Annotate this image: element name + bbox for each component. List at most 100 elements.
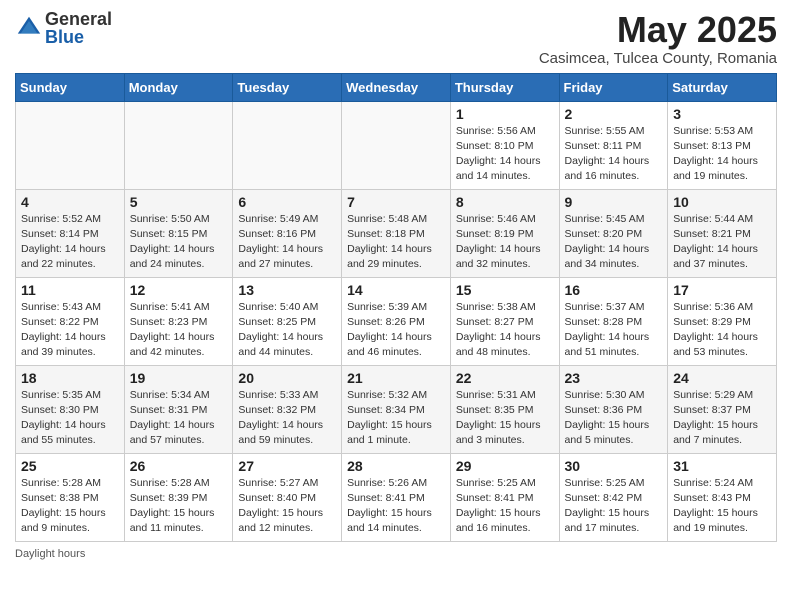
calendar-cell: 26 Sunrise: 5:28 AM Sunset: 8:39 PM Dayli… [124, 453, 233, 541]
day-info: Sunrise: 5:55 AM Sunset: 8:11 PM Dayligh… [565, 124, 663, 185]
day-number: 15 [456, 282, 554, 298]
day-number: 27 [238, 458, 336, 474]
calendar-cell: 30 Sunrise: 5:25 AM Sunset: 8:42 PM Dayli… [559, 453, 668, 541]
calendar-cell: 19 Sunrise: 5:34 AM Sunset: 8:31 PM Dayli… [124, 365, 233, 453]
day-number: 26 [130, 458, 228, 474]
calendar-cell: 25 Sunrise: 5:28 AM Sunset: 8:38 PM Dayli… [16, 453, 125, 541]
day-number: 20 [238, 370, 336, 386]
day-number: 22 [456, 370, 554, 386]
day-info: Sunrise: 5:26 AM Sunset: 8:41 PM Dayligh… [347, 476, 445, 537]
day-info: Sunrise: 5:39 AM Sunset: 8:26 PM Dayligh… [347, 300, 445, 361]
day-info: Sunrise: 5:56 AM Sunset: 8:10 PM Dayligh… [456, 124, 554, 185]
day-info: Sunrise: 5:46 AM Sunset: 8:19 PM Dayligh… [456, 212, 554, 273]
week-row-5: 25 Sunrise: 5:28 AM Sunset: 8:38 PM Dayli… [16, 453, 777, 541]
day-number: 9 [565, 194, 663, 210]
location-text: Casimcea, Tulcea County, Romania [539, 50, 777, 67]
daylight-hours-label: Daylight hours [15, 548, 85, 560]
calendar-cell [16, 101, 125, 189]
calendar-cell: 12 Sunrise: 5:41 AM Sunset: 8:23 PM Dayli… [124, 277, 233, 365]
calendar-cell: 15 Sunrise: 5:38 AM Sunset: 8:27 PM Dayli… [450, 277, 559, 365]
day-info: Sunrise: 5:31 AM Sunset: 8:35 PM Dayligh… [456, 388, 554, 449]
day-number: 28 [347, 458, 445, 474]
calendar-cell: 10Sunrise: 5:44 AM Sunset: 8:21 PM Dayli… [668, 189, 777, 277]
calendar-cell: 5 Sunrise: 5:50 AM Sunset: 8:15 PM Daylig… [124, 189, 233, 277]
calendar-cell: 28 Sunrise: 5:26 AM Sunset: 8:41 PM Dayli… [342, 453, 451, 541]
day-info: Sunrise: 5:35 AM Sunset: 8:30 PM Dayligh… [21, 388, 119, 449]
calendar-cell: 29 Sunrise: 5:25 AM Sunset: 8:41 PM Dayli… [450, 453, 559, 541]
week-row-1: 1 Sunrise: 5:56 AM Sunset: 8:10 PM Daylig… [16, 101, 777, 189]
day-number: 10 [673, 194, 771, 210]
day-number: 23 [565, 370, 663, 386]
page-header: General Blue May 2025 Casimcea, Tulcea C… [15, 10, 777, 67]
day-header-monday: Monday [124, 73, 233, 101]
week-row-2: 4 Sunrise: 5:52 AM Sunset: 8:14 PM Daylig… [16, 189, 777, 277]
calendar-cell: 7 Sunrise: 5:48 AM Sunset: 8:18 PM Daylig… [342, 189, 451, 277]
day-number: 3 [673, 106, 771, 122]
calendar-cell: 18 Sunrise: 5:35 AM Sunset: 8:30 PM Dayli… [16, 365, 125, 453]
day-info: Sunrise: 5:25 AM Sunset: 8:41 PM Dayligh… [456, 476, 554, 537]
day-number: 25 [21, 458, 119, 474]
day-info: Sunrise: 5:37 AM Sunset: 8:28 PM Dayligh… [565, 300, 663, 361]
day-number: 29 [456, 458, 554, 474]
day-header-saturday: Saturday [668, 73, 777, 101]
day-info: Sunrise: 5:28 AM Sunset: 8:38 PM Dayligh… [21, 476, 119, 537]
day-info: Sunrise: 5:50 AM Sunset: 8:15 PM Dayligh… [130, 212, 228, 273]
day-info: Sunrise: 5:33 AM Sunset: 8:32 PM Dayligh… [238, 388, 336, 449]
day-info: Sunrise: 5:27 AM Sunset: 8:40 PM Dayligh… [238, 476, 336, 537]
day-info: Sunrise: 5:53 AM Sunset: 8:13 PM Dayligh… [673, 124, 771, 185]
day-info: Sunrise: 5:29 AM Sunset: 8:37 PM Dayligh… [673, 388, 771, 449]
day-info: Sunrise: 5:25 AM Sunset: 8:42 PM Dayligh… [565, 476, 663, 537]
day-number: 5 [130, 194, 228, 210]
calendar-cell: 13 Sunrise: 5:40 AM Sunset: 8:25 PM Dayli… [233, 277, 342, 365]
week-row-4: 18 Sunrise: 5:35 AM Sunset: 8:30 PM Dayli… [16, 365, 777, 453]
day-number: 7 [347, 194, 445, 210]
day-number: 11 [21, 282, 119, 298]
calendar-cell: 16Sunrise: 5:37 AM Sunset: 8:28 PM Dayli… [559, 277, 668, 365]
calendar-cell: 27 Sunrise: 5:27 AM Sunset: 8:40 PM Dayli… [233, 453, 342, 541]
day-number: 4 [21, 194, 119, 210]
calendar-cell: 23Sunrise: 5:30 AM Sunset: 8:36 PM Dayli… [559, 365, 668, 453]
calendar-cell: 31Sunrise: 5:24 AM Sunset: 8:43 PM Dayli… [668, 453, 777, 541]
day-number: 30 [565, 458, 663, 474]
day-header-tuesday: Tuesday [233, 73, 342, 101]
day-number: 18 [21, 370, 119, 386]
calendar-cell: 1 Sunrise: 5:56 AM Sunset: 8:10 PM Daylig… [450, 101, 559, 189]
day-header-wednesday: Wednesday [342, 73, 451, 101]
day-info: Sunrise: 5:43 AM Sunset: 8:22 PM Dayligh… [21, 300, 119, 361]
calendar-cell [124, 101, 233, 189]
day-number: 6 [238, 194, 336, 210]
day-info: Sunrise: 5:52 AM Sunset: 8:14 PM Dayligh… [21, 212, 119, 273]
day-info: Sunrise: 5:28 AM Sunset: 8:39 PM Dayligh… [130, 476, 228, 537]
title-area: May 2025 Casimcea, Tulcea County, Romani… [539, 10, 777, 67]
day-info: Sunrise: 5:49 AM Sunset: 8:16 PM Dayligh… [238, 212, 336, 273]
day-header-thursday: Thursday [450, 73, 559, 101]
calendar-cell [233, 101, 342, 189]
day-info: Sunrise: 5:45 AM Sunset: 8:20 PM Dayligh… [565, 212, 663, 273]
day-info: Sunrise: 5:24 AM Sunset: 8:43 PM Dayligh… [673, 476, 771, 537]
day-info: Sunrise: 5:34 AM Sunset: 8:31 PM Dayligh… [130, 388, 228, 449]
day-number: 17 [673, 282, 771, 298]
day-info: Sunrise: 5:41 AM Sunset: 8:23 PM Dayligh… [130, 300, 228, 361]
day-number: 12 [130, 282, 228, 298]
day-number: 1 [456, 106, 554, 122]
day-header-sunday: Sunday [16, 73, 125, 101]
day-info: Sunrise: 5:40 AM Sunset: 8:25 PM Dayligh… [238, 300, 336, 361]
logo-icon [15, 14, 43, 42]
day-number: 13 [238, 282, 336, 298]
calendar-cell: 24Sunrise: 5:29 AM Sunset: 8:37 PM Dayli… [668, 365, 777, 453]
day-info: Sunrise: 5:48 AM Sunset: 8:18 PM Dayligh… [347, 212, 445, 273]
day-number: 2 [565, 106, 663, 122]
logo-text: General Blue [45, 10, 112, 46]
day-number: 8 [456, 194, 554, 210]
calendar-cell: 22 Sunrise: 5:31 AM Sunset: 8:35 PM Dayli… [450, 365, 559, 453]
day-info: Sunrise: 5:32 AM Sunset: 8:34 PM Dayligh… [347, 388, 445, 449]
calendar-cell: 2 Sunrise: 5:55 AM Sunset: 8:11 PM Daylig… [559, 101, 668, 189]
day-number: 14 [347, 282, 445, 298]
day-info: Sunrise: 5:38 AM Sunset: 8:27 PM Dayligh… [456, 300, 554, 361]
calendar-cell: 4 Sunrise: 5:52 AM Sunset: 8:14 PM Daylig… [16, 189, 125, 277]
day-header-row: SundayMondayTuesdayWednesdayThursdayFrid… [16, 73, 777, 101]
day-number: 19 [130, 370, 228, 386]
calendar-cell: 21Sunrise: 5:32 AM Sunset: 8:34 PM Dayli… [342, 365, 451, 453]
logo-blue-text: Blue [45, 28, 112, 46]
calendar-table: SundayMondayTuesdayWednesdayThursdayFrid… [15, 73, 777, 542]
